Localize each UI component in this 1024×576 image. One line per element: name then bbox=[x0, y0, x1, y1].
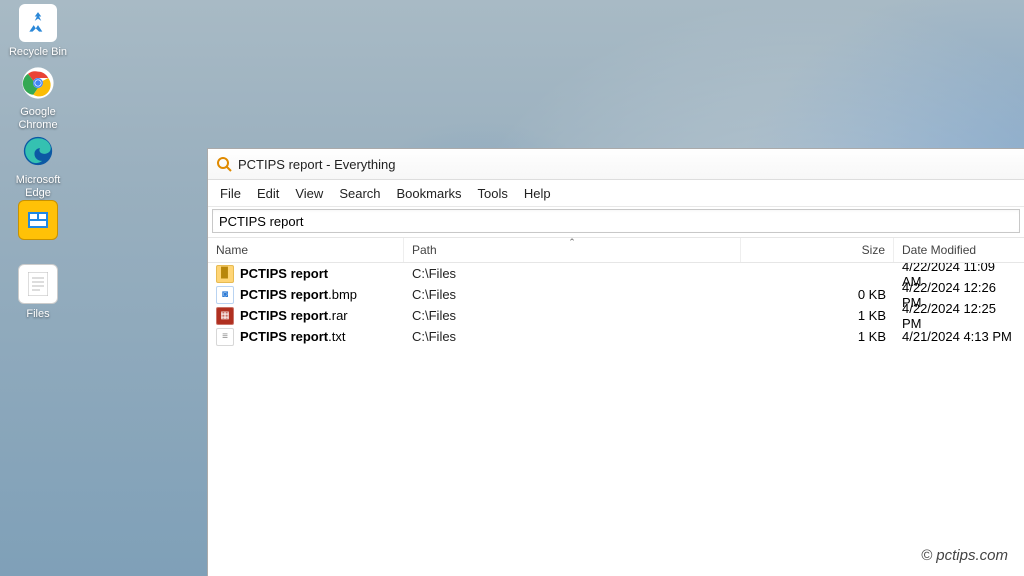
menu-view[interactable]: View bbox=[287, 182, 331, 205]
desktop-icon-label: Google Chrome bbox=[6, 106, 70, 132]
file-date: 4/22/2024 12:25 PM bbox=[894, 305, 1024, 326]
sort-ascending-icon: ⌃ bbox=[568, 237, 576, 248]
file-path: C:\Files bbox=[404, 305, 741, 326]
edge-icon bbox=[19, 132, 57, 170]
file-type-icon: ▦ bbox=[216, 307, 234, 325]
file-type-icon: ◙ bbox=[216, 286, 234, 304]
column-headers: Name Path ⌃ Size Date Modified bbox=[208, 237, 1024, 263]
file-name: PCTIPS report.txt bbox=[240, 329, 345, 344]
text-file-icon bbox=[18, 264, 58, 304]
desktop-icon-recycle-bin[interactable]: Recycle Bin bbox=[6, 4, 70, 59]
column-header-name[interactable]: Name bbox=[208, 238, 404, 262]
desktop-icon-label: Recycle Bin bbox=[6, 46, 70, 59]
search-input[interactable] bbox=[213, 214, 1019, 229]
menu-tools[interactable]: Tools bbox=[470, 182, 516, 205]
app-icon bbox=[18, 200, 58, 240]
column-header-path-label: Path bbox=[412, 243, 437, 257]
search-box[interactable] bbox=[212, 209, 1020, 233]
column-header-size[interactable]: Size bbox=[741, 238, 894, 262]
menu-file[interactable]: File bbox=[212, 182, 249, 205]
file-type-icon: ≡ bbox=[216, 328, 234, 346]
desktop-icon-app[interactable] bbox=[6, 200, 70, 244]
everything-app-icon bbox=[216, 156, 232, 172]
recycle-bin-icon bbox=[19, 4, 57, 42]
results-list: ▉PCTIPS reportC:\Files4/22/2024 11:09 AM… bbox=[208, 263, 1024, 576]
file-size: 0 KB bbox=[741, 284, 894, 305]
menu-help[interactable]: Help bbox=[516, 182, 559, 205]
window-title: PCTIPS report - Everything bbox=[238, 157, 396, 172]
result-row[interactable]: ≡ PCTIPS report.txt C:\Files1 KB4/21/2024 … bbox=[208, 326, 1024, 347]
file-size: 1 KB bbox=[741, 326, 894, 347]
desktop-icon-chrome[interactable]: Google Chrome bbox=[6, 64, 70, 132]
desktop-icon-label: Microsoft Edge bbox=[6, 174, 70, 200]
watermark: © pctips.com bbox=[921, 547, 1008, 564]
menu-bookmarks[interactable]: Bookmarks bbox=[389, 182, 470, 205]
desktop-icon-edge[interactable]: Microsoft Edge bbox=[6, 132, 70, 200]
result-row[interactable]: ▦ PCTIPS report.rar C:\Files1 KB4/22/2024 … bbox=[208, 305, 1024, 326]
file-size bbox=[741, 263, 894, 284]
desktop-icon-label: Files bbox=[6, 308, 70, 321]
column-header-date[interactable]: Date Modified bbox=[894, 238, 1024, 262]
file-date: 4/21/2024 4:13 PM bbox=[894, 326, 1024, 347]
file-name: PCTIPS report.bmp bbox=[240, 287, 357, 302]
menubar: File Edit View Search Bookmarks Tools He… bbox=[208, 180, 1024, 207]
file-name: PCTIPS report bbox=[240, 266, 328, 281]
file-path: C:\Files bbox=[404, 326, 741, 347]
file-name: PCTIPS report.rar bbox=[240, 308, 348, 323]
file-size: 1 KB bbox=[741, 305, 894, 326]
column-header-path[interactable]: Path ⌃ bbox=[404, 238, 741, 262]
menu-edit[interactable]: Edit bbox=[249, 182, 287, 205]
file-path: C:\Files bbox=[404, 284, 741, 305]
titlebar[interactable]: PCTIPS report - Everything bbox=[208, 149, 1024, 180]
everything-window: PCTIPS report - Everything File Edit Vie… bbox=[207, 148, 1024, 576]
menu-search[interactable]: Search bbox=[331, 182, 388, 205]
chrome-icon bbox=[19, 64, 57, 102]
desktop-icon-files[interactable]: Files bbox=[6, 264, 70, 321]
file-path: C:\Files bbox=[404, 263, 741, 284]
file-type-icon: ▉ bbox=[216, 265, 234, 283]
